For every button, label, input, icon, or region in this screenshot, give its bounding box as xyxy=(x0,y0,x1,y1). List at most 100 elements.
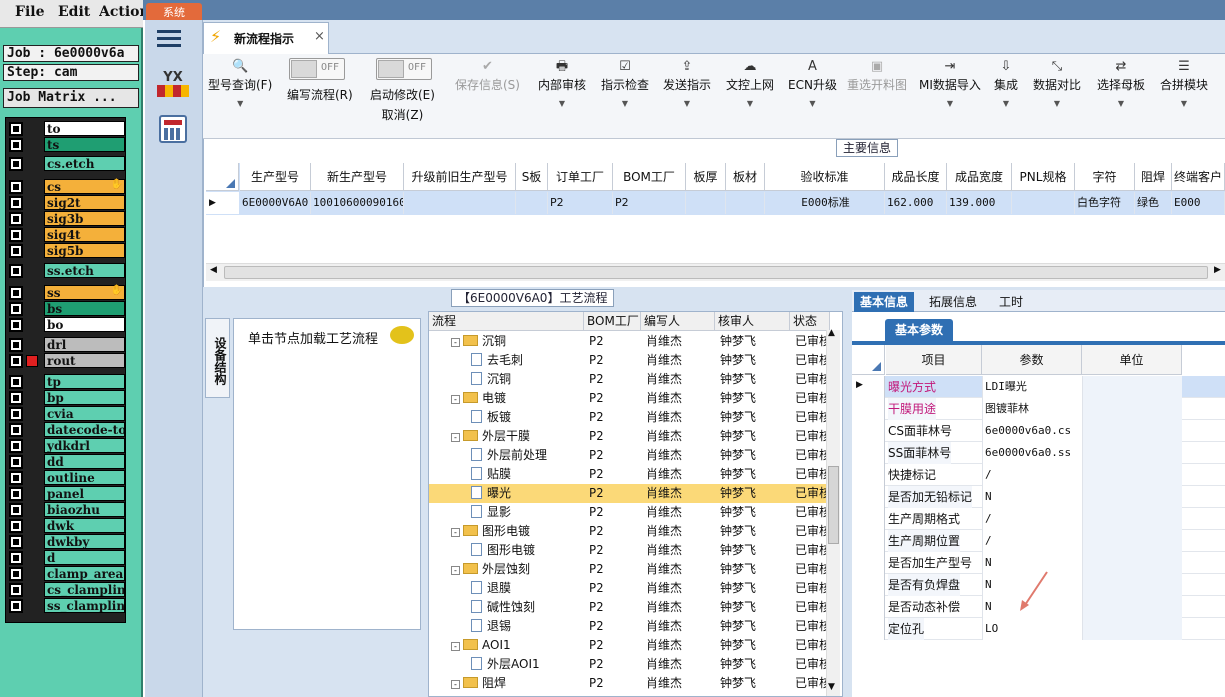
property-value[interactable]: 6e0000v6a0.ss xyxy=(982,442,1082,464)
layer-row[interactable]: tp xyxy=(8,374,125,390)
property-unit[interactable] xyxy=(1082,420,1182,442)
layer-checkbox[interactable] xyxy=(9,122,23,136)
dropdown-arrow-icon[interactable]: ▼ xyxy=(1033,99,1081,108)
property-unit[interactable] xyxy=(1082,552,1182,574)
layer-checkbox[interactable] xyxy=(9,157,23,171)
property-value[interactable]: / xyxy=(982,464,1082,486)
flow-header[interactable]: BOM工厂 xyxy=(584,312,641,331)
layer-row[interactable]: bo xyxy=(8,317,125,333)
flow-row[interactable]: - 阻焊 P2 肖维杰 钟梦飞 已审核 xyxy=(429,674,829,693)
toolbar-button[interactable]: ⇩ 集成 ▼ xyxy=(994,58,1018,108)
dropdown-arrow-icon[interactable]: ▼ xyxy=(994,99,1018,108)
flow-vscroll[interactable]: ▲ ▼ xyxy=(826,328,840,696)
toolbar-button[interactable]: 🖶 内部审核 ▼ xyxy=(538,58,586,108)
layer-row[interactable]: dwkby xyxy=(8,534,125,550)
grid-header[interactable]: 字符 xyxy=(1075,163,1135,191)
layer-checkbox[interactable] xyxy=(9,354,23,368)
property-unit[interactable] xyxy=(1082,618,1182,640)
layer-row[interactable]: cs ✋ xyxy=(8,179,125,195)
collapse-icon[interactable]: - xyxy=(451,395,460,404)
layer-name[interactable]: sig2t xyxy=(44,195,125,210)
property-unit[interactable] xyxy=(1082,574,1182,596)
grid-header[interactable]: 新生产型号 xyxy=(311,163,404,191)
toggle-switch[interactable]: OFF xyxy=(376,58,432,80)
layer-checkbox[interactable] xyxy=(9,599,23,613)
property-row[interactable]: 快捷标记 / xyxy=(885,464,1225,486)
flow-row[interactable]: 退膜 P2 肖维杰 钟梦飞 已审核 xyxy=(429,579,829,598)
flow-row[interactable]: 碱性蚀刻 P2 肖维杰 钟梦飞 已审核 xyxy=(429,598,829,617)
dropdown-arrow-icon[interactable]: ▼ xyxy=(1097,99,1145,108)
dropdown-arrow-icon[interactable]: ▼ xyxy=(726,99,774,108)
grid-header[interactable]: 阻焊 xyxy=(1135,163,1172,191)
layer-name[interactable]: cvia xyxy=(44,406,125,421)
grid-header[interactable]: 成品宽度 xyxy=(947,163,1012,191)
layer-name[interactable]: cs_clampline xyxy=(44,582,125,597)
collapse-icon[interactable]: - xyxy=(451,642,460,651)
toolbar-button[interactable]: ⤡ 数据对比 ▼ xyxy=(1033,58,1081,108)
layer-name[interactable]: ydkdrl xyxy=(44,438,125,453)
flow-row[interactable]: 退锡 P2 肖维杰 钟梦飞 已审核 xyxy=(429,617,829,636)
layer-row[interactable]: d xyxy=(8,550,125,566)
grid-cell[interactable]: P2 xyxy=(548,192,613,214)
layer-checkbox[interactable] xyxy=(9,196,23,210)
layer-checkbox[interactable] xyxy=(9,244,23,258)
layer-row[interactable]: clamp_area xyxy=(8,566,125,582)
property-header[interactable]: 单位 xyxy=(1082,345,1182,375)
flow-row[interactable]: 显影 P2 肖维杰 钟梦飞 已审核 xyxy=(429,503,829,522)
flow-row[interactable]: 去毛刺 P2 肖维杰 钟梦飞 已审核 xyxy=(429,351,829,370)
toolbar-button[interactable]: ⇄ 选择母板 ▼ xyxy=(1097,58,1145,108)
layer-row[interactable]: to xyxy=(8,121,125,137)
layer-row[interactable]: dwk xyxy=(8,518,125,534)
grid-cell[interactable]: 白色字符 xyxy=(1075,192,1135,214)
layer-row[interactable]: panel xyxy=(8,486,125,502)
flow-row[interactable]: - 外层蚀刻 P2 肖维杰 钟梦飞 已审核 xyxy=(429,560,829,579)
property-row[interactable]: 生产周期位置 / xyxy=(885,530,1225,552)
toolbar-button[interactable]: ✔ 保存信息(S) xyxy=(455,58,520,93)
flow-row[interactable]: 板镀 P2 肖维杰 钟梦飞 已审核 xyxy=(429,408,829,427)
dropdown-arrow-icon[interactable]: ▼ xyxy=(538,99,586,108)
layer-row[interactable]: datecode-to xyxy=(8,422,125,438)
layer-row[interactable]: ss ✋ xyxy=(8,285,125,301)
layer-name[interactable]: outline xyxy=(44,470,125,485)
layer-row[interactable]: cs_clampline xyxy=(8,582,125,598)
property-row[interactable]: 是否有负焊盘 N xyxy=(885,574,1225,596)
property-unit[interactable] xyxy=(1082,530,1182,552)
grid-header[interactable]: 板厚 xyxy=(686,163,726,191)
layer-name[interactable]: dd xyxy=(44,454,125,469)
property-unit[interactable] xyxy=(1082,508,1182,530)
grid-cell[interactable] xyxy=(726,192,765,214)
layer-checkbox[interactable] xyxy=(9,228,23,242)
grid-header[interactable]: 订单工厂 xyxy=(548,163,613,191)
flow-row[interactable]: 外层前处理 P2 肖维杰 钟梦飞 已审核 xyxy=(429,446,829,465)
property-value[interactable]: LO xyxy=(982,618,1082,640)
property-header[interactable]: 参数 xyxy=(982,345,1082,375)
grid-header[interactable]: BOM工厂 xyxy=(613,163,686,191)
layer-checkbox[interactable] xyxy=(9,391,23,405)
flow-row[interactable]: 沉铜 P2 肖维杰 钟梦飞 已审核 xyxy=(429,370,829,389)
layer-checkbox[interactable] xyxy=(9,407,23,421)
grid-header[interactable]: 升级前旧生产型号 xyxy=(404,163,516,191)
layer-row[interactable]: drl xyxy=(8,337,125,353)
layer-name[interactable]: bo xyxy=(44,317,125,332)
hamburger-menu-icon[interactable] xyxy=(157,30,181,48)
toolbar-button[interactable]: ▣ 重选开料图 xyxy=(847,58,907,93)
property-row[interactable]: CS面菲林号 6e0000v6a0.cs xyxy=(885,420,1225,442)
flow-row[interactable]: - AOI1 P2 肖维杰 钟梦飞 已审核 xyxy=(429,636,829,655)
collapse-icon[interactable]: - xyxy=(451,338,460,347)
grid-cell[interactable]: 139.000 xyxy=(947,192,1012,214)
grid-cell[interactable] xyxy=(1012,192,1075,214)
dropdown-arrow-icon[interactable]: ▼ xyxy=(1160,99,1208,108)
menu-action[interactable]: Action xyxy=(99,4,143,20)
property-row[interactable]: 生产周期格式 / xyxy=(885,508,1225,530)
layer-name[interactable]: bs xyxy=(44,301,125,316)
layer-row[interactable]: sig4t xyxy=(8,227,125,243)
layer-checkbox[interactable] xyxy=(9,551,23,565)
toolbar-button[interactable]: ☰ 合拼模块 ▼ xyxy=(1160,58,1208,108)
property-unit[interactable] xyxy=(1082,464,1182,486)
property-row[interactable]: 干膜用途 图镀菲林 xyxy=(885,398,1225,420)
dropdown-arrow-icon[interactable]: ▼ xyxy=(601,99,649,108)
property-row[interactable]: 是否加生产型号 N xyxy=(885,552,1225,574)
layer-checkbox[interactable] xyxy=(9,583,23,597)
flow-header[interactable]: 编写人 xyxy=(641,312,715,331)
property-value[interactable]: 6e0000v6a0.cs xyxy=(982,420,1082,442)
